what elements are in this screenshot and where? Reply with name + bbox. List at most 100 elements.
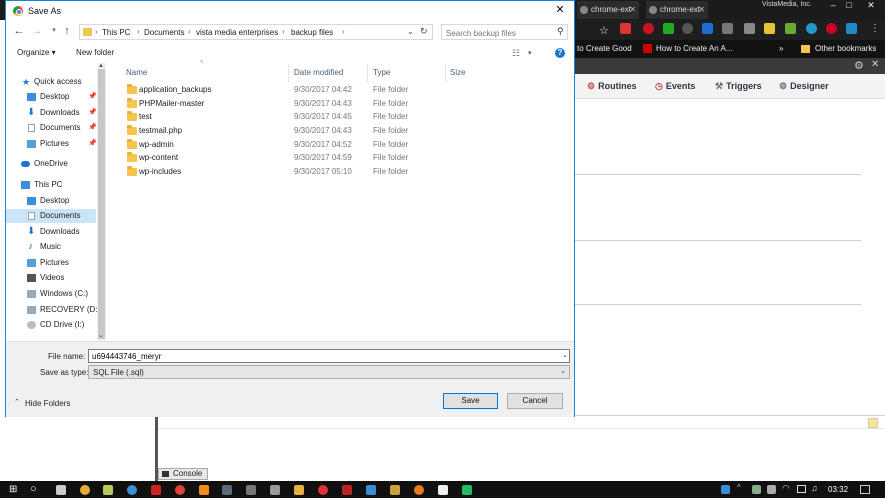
window-close-icon[interactable]: ✕ — [864, 0, 878, 12]
tray-app-icon[interactable] — [767, 485, 776, 494]
pin-icon[interactable]: 📌 — [88, 137, 97, 151]
organize-button[interactable]: Organize ▾ — [17, 48, 56, 57]
taskbar-app-icon[interactable] — [56, 485, 66, 495]
pin-icon[interactable]: 📌 — [88, 106, 97, 120]
column-separator[interactable] — [288, 64, 289, 82]
start-windows-icon[interactable]: ⊞ — [9, 484, 17, 495]
refresh-icon[interactable]: ↻ — [420, 26, 428, 37]
minimize-icon[interactable]: – — [826, 0, 840, 12]
file-row[interactable]: test 9/30/2017 04:45 File folder — [107, 111, 574, 124]
firefox-icon[interactable] — [414, 485, 424, 495]
tab-close-icon[interactable]: ✕ — [629, 1, 636, 19]
menu-events[interactable]: ◷ Events — [655, 81, 695, 92]
taskbar-app-icon[interactable] — [342, 485, 352, 495]
nav-item-desktop-quick[interactable]: Desktop 📌 — [6, 90, 97, 104]
file-name-dropdown-chevron-icon[interactable]: ⌄ — [562, 351, 568, 359]
breadcrumb-item[interactable]: Documents — [144, 28, 184, 37]
taskbar-app-icon[interactable] — [151, 485, 161, 495]
nav-item-pictures[interactable]: Pictures — [6, 256, 96, 270]
menu-designer[interactable]: ⚙ Designer — [779, 81, 829, 92]
address-dropdown-chevron-icon[interactable]: ⌄ — [407, 27, 414, 36]
nav-item-downloads-quick[interactable]: ⬇ Downloads 📌 — [6, 106, 97, 120]
file-row[interactable]: PHPMailer-master 9/30/2017 04:43 File fo… — [107, 98, 574, 111]
column-header-date[interactable]: Date modified — [294, 68, 343, 77]
close-button[interactable]: ✕ — [552, 3, 568, 17]
profile-name[interactable]: VistaMedia, Inc. — [762, 1, 812, 8]
file-row[interactable]: application_backups 9/30/2017 04:42 File… — [107, 84, 574, 97]
nav-item-documents[interactable]: Documents — [6, 209, 96, 223]
adblock-icon[interactable] — [620, 23, 631, 34]
note-icon[interactable] — [868, 418, 878, 428]
view-dropdown-chevron-icon[interactable]: ▾ — [528, 49, 532, 57]
extension-icon[interactable] — [643, 23, 654, 34]
taskbar-app-icon[interactable] — [462, 485, 472, 495]
hide-folders-button[interactable]: Hide Folders — [25, 399, 70, 408]
tray-overflow-icon[interactable]: ^ — [737, 483, 741, 492]
chrome-taskbar-icon[interactable] — [80, 485, 90, 495]
nav-item-desktop[interactable]: Desktop — [6, 194, 96, 208]
extension-icon[interactable] — [702, 23, 713, 34]
pin-icon[interactable]: 📌 — [88, 90, 97, 104]
nav-item-documents-quick[interactable]: Documents 📌 — [6, 121, 97, 135]
recent-locations-chevron-icon[interactable]: ▾ — [47, 24, 61, 38]
address-bar[interactable]: › This PC › Documents › vista media ente… — [79, 24, 433, 40]
nav-item-quick-access[interactable]: ★ Quick access — [6, 75, 96, 89]
save-button[interactable]: Save — [443, 393, 498, 409]
column-header-size[interactable]: Size — [450, 68, 466, 77]
breadcrumb-separator[interactable]: › — [137, 27, 140, 36]
chevron-up-icon[interactable]: ⌃ — [14, 398, 20, 406]
nav-item-cd-drive[interactable]: CD Drive (I:) — [6, 318, 96, 332]
nav-item-recovery-d[interactable]: RECOVERY (D:) — [6, 303, 100, 317]
column-header-name[interactable]: Name — [126, 68, 147, 77]
gear-icon[interactable]: ⚙ — [854, 59, 864, 72]
nav-item-music[interactable]: ♪ Music — [6, 240, 96, 254]
new-folder-button[interactable]: New folder — [76, 48, 114, 57]
extension-icon[interactable] — [806, 23, 817, 34]
nav-scrollbar-thumb[interactable] — [98, 69, 105, 339]
vlc-icon[interactable] — [199, 485, 209, 495]
browser-tab[interactable]: chrome-ext ✕ — [646, 1, 708, 19]
title-bar[interactable]: Save As ✕ — [6, 1, 574, 21]
console-tab[interactable]: Console — [158, 468, 208, 480]
scroll-up-icon[interactable]: ▲ — [98, 63, 104, 69]
browser-tab[interactable]: chrome-ext ✕ — [577, 1, 639, 19]
column-separator[interactable] — [445, 64, 446, 82]
extension-icon[interactable] — [722, 23, 733, 34]
taskbar-app-icon[interactable] — [246, 485, 256, 495]
breadcrumb-item[interactable]: backup files — [291, 28, 333, 37]
search-icon[interactable]: ⚲ — [557, 26, 564, 37]
back-arrow-icon[interactable]: ← — [12, 24, 26, 38]
menu-routines[interactable]: ⚙ Routines — [587, 81, 637, 92]
nav-item-windows-c[interactable]: Windows (C:) — [6, 287, 96, 301]
chrome-taskbar-icon[interactable] — [175, 485, 185, 495]
search-input[interactable] — [442, 25, 556, 41]
save-as-type-select[interactable]: SQL File (.sql) ⌄ — [88, 365, 570, 379]
steam-icon[interactable] — [222, 485, 232, 495]
taskbar-app-icon[interactable] — [366, 485, 376, 495]
wordpress-icon[interactable] — [127, 485, 137, 495]
breadcrumb-separator[interactable]: › — [342, 27, 345, 36]
taskbar-app-icon[interactable] — [103, 485, 113, 495]
file-name-input[interactable] — [88, 349, 570, 363]
tray-dropbox-icon[interactable] — [721, 485, 730, 494]
file-row[interactable]: testmail.php 9/30/2017 04:43 File folder — [107, 125, 574, 138]
extension-icon[interactable] — [663, 23, 674, 34]
taskbar-app-icon[interactable] — [390, 485, 400, 495]
breadcrumb-separator[interactable]: › — [95, 27, 98, 36]
bookmark-item[interactable]: Other bookmarks — [815, 44, 876, 53]
menu-triggers[interactable]: ⚒ Triggers — [715, 81, 762, 92]
bookmark-star-icon[interactable]: ☆ — [599, 24, 609, 37]
file-explorer-icon[interactable] — [294, 485, 304, 495]
extension-icon[interactable] — [682, 23, 693, 34]
breadcrumb-item[interactable]: This PC — [102, 28, 130, 37]
file-row[interactable]: wp-includes 9/30/2017 05:10 File folder — [107, 166, 574, 179]
scroll-down-icon[interactable]: ⌄ — [98, 331, 104, 339]
pin-icon[interactable]: 📌 — [88, 121, 97, 135]
extension-icon[interactable] — [785, 23, 796, 34]
bookmark-item[interactable]: to Create Good — [577, 44, 632, 53]
wifi-icon[interactable]: ◠ — [782, 483, 790, 494]
view-options-icon[interactable]: ☷ — [512, 48, 520, 59]
extension-icon[interactable] — [846, 23, 857, 34]
taskbar-app-icon[interactable] — [318, 485, 328, 495]
file-row[interactable]: wp-content 9/30/2017 04:59 File folder — [107, 152, 574, 165]
